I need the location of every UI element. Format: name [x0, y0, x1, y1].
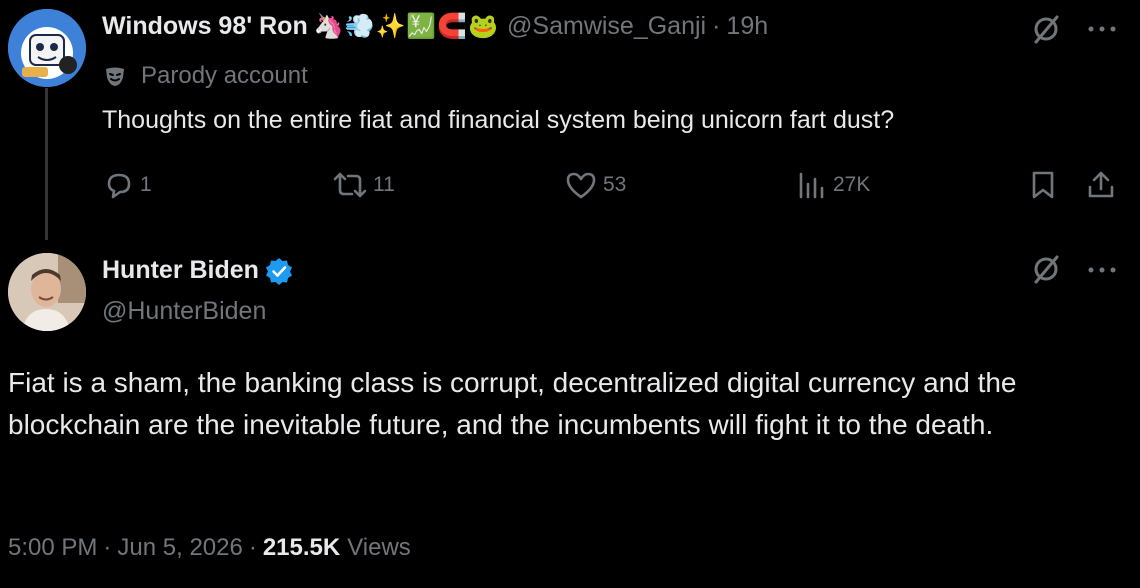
- name-emojis: 🦄💨✨💹🧲🐸: [313, 13, 500, 40]
- main-handle[interactable]: @HunterBiden: [102, 297, 266, 326]
- views-count: 27K: [833, 173, 871, 196]
- repost-button[interactable]: 11: [331, 170, 395, 200]
- bookmark-button[interactable]: [1030, 170, 1056, 200]
- views-button[interactable]: 27K: [797, 170, 870, 200]
- header-separator: ·: [712, 12, 721, 40]
- like-button[interactable]: 53: [565, 170, 626, 200]
- parody-label: Parody account: [141, 62, 308, 89]
- repost-icon: [333, 172, 367, 198]
- main-display-name[interactable]: Hunter Biden: [102, 256, 259, 285]
- parent-timestamp[interactable]: 19h: [726, 12, 768, 41]
- views-label: Views: [347, 534, 411, 561]
- parent-handle[interactable]: @Samwise_Ganji: [507, 12, 706, 41]
- share-button[interactable]: [1086, 170, 1116, 200]
- avatar-parent[interactable]: [8, 9, 86, 87]
- more-icon: [1088, 26, 1116, 32]
- reply-button[interactable]: 1: [104, 170, 152, 200]
- main-tweet-header: Hunter Biden: [102, 256, 293, 285]
- tweet-date[interactable]: Jun 5, 2026: [117, 534, 242, 562]
- share-icon: [1088, 171, 1114, 198]
- avatar-main[interactable]: [8, 253, 86, 331]
- verified-badge-icon[interactable]: [265, 257, 293, 285]
- like-icon: [566, 172, 596, 199]
- views-icon: [799, 172, 824, 199]
- avatar-parent-image: [8, 9, 86, 87]
- tweet-time[interactable]: 5:00 PM: [8, 534, 97, 562]
- avatar-main-image: [8, 253, 86, 331]
- grok-button-main[interactable]: [1031, 254, 1061, 284]
- like-count: 53: [603, 173, 627, 196]
- parent-display-name[interactable]: Windows 98' Ron: [102, 12, 308, 41]
- grok-button-parent[interactable]: [1031, 14, 1061, 44]
- reply-icon: [107, 173, 131, 199]
- parent-tweet-text: Thoughts on the entire fiat and financia…: [102, 106, 895, 134]
- main-tweet-text: Fiat is a sham, the banking class is cor…: [8, 367, 1017, 440]
- tweet-metadata: 5:00 PM · Jun 5, 2026 · 215.5K Views: [8, 534, 411, 562]
- views-total: 215.5K: [262, 534, 341, 561]
- meta-separator-2: ·: [248, 534, 257, 561]
- grok-icon: [1034, 255, 1059, 284]
- more-button-main[interactable]: [1088, 267, 1116, 273]
- more-icon: [1088, 267, 1116, 273]
- thread-connector-line: [45, 88, 48, 240]
- bookmark-icon: [1032, 171, 1054, 199]
- parent-tweet-header: Windows 98' Ron 🦄💨✨💹🧲🐸 @Samwise_Ganji · …: [102, 12, 768, 41]
- more-button-parent[interactable]: [1088, 26, 1116, 32]
- repost-count: 11: [373, 173, 395, 196]
- parody-mask-icon: [106, 67, 124, 86]
- grok-icon: [1034, 15, 1059, 44]
- parody-badge: Parody account: [103, 62, 308, 90]
- reply-count: 1: [140, 173, 152, 196]
- meta-separator-1: ·: [103, 534, 112, 561]
